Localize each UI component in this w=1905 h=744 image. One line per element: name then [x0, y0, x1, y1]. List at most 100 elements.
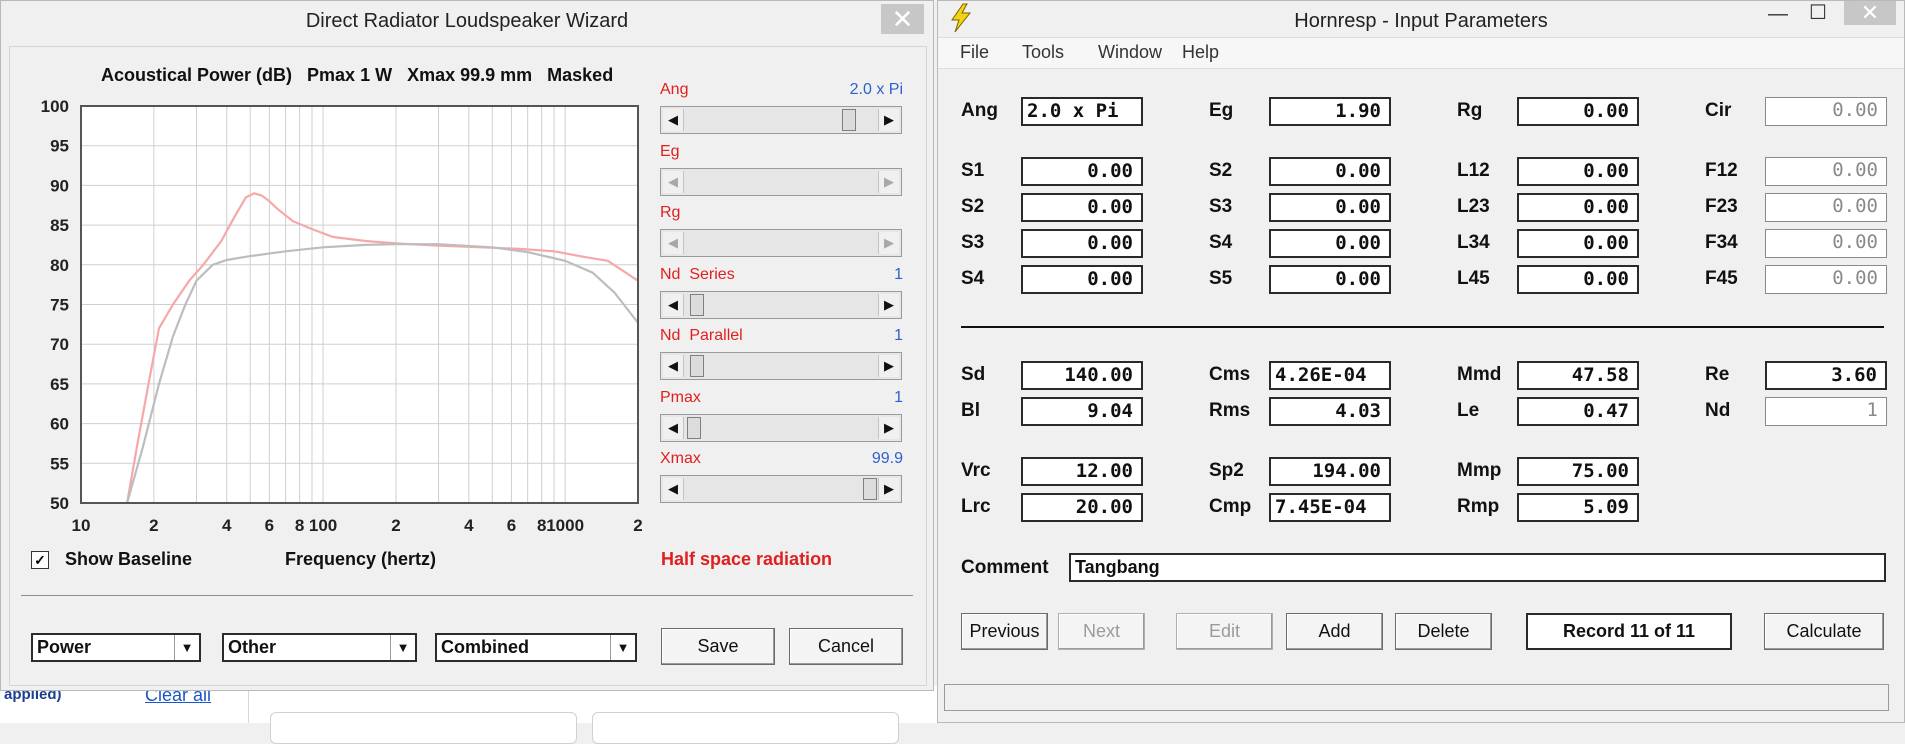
- calculate-button[interactable]: Calculate: [1764, 613, 1884, 650]
- field-cir[interactable]: 0.00: [1765, 97, 1887, 126]
- label-s2: S2: [1209, 160, 1233, 181]
- field-f45[interactable]: 0.00: [1765, 265, 1887, 294]
- slider-thumb[interactable]: [686, 416, 701, 439]
- field-l23[interactable]: 0.00: [1517, 193, 1639, 222]
- slider-thumb[interactable]: [863, 478, 877, 500]
- previous-label: Previous: [969, 621, 1040, 641]
- slider-rg[interactable]: ◀ ▶: [660, 229, 902, 257]
- arrow-left-icon[interactable]: ◀: [663, 355, 684, 377]
- previous-button[interactable]: Previous: [961, 613, 1048, 650]
- field-s4[interactable]: 0.00: [1269, 229, 1391, 258]
- label-l12: L12: [1457, 160, 1490, 181]
- slider-eg[interactable]: ◀ ▶: [660, 167, 902, 196]
- x-tick-label: 4: [464, 516, 474, 535]
- menu-file[interactable]: File: [960, 42, 989, 63]
- add-button[interactable]: Add: [1286, 613, 1383, 650]
- combination-select[interactable]: Combined ▼: [435, 633, 637, 662]
- field-l34[interactable]: 0.00: [1517, 229, 1639, 258]
- cancel-button[interactable]: Cancel: [789, 628, 903, 665]
- field-mmd[interactable]: 47.58: [1517, 361, 1639, 390]
- arrow-left-icon[interactable]: ◀: [663, 416, 684, 439]
- arrow-right-icon[interactable]: ▶: [878, 355, 899, 377]
- show-baseline-checkbox[interactable]: ✓: [31, 551, 49, 569]
- field-sd[interactable]: 140.00: [1021, 361, 1143, 390]
- minimize-icon: —: [1768, 3, 1788, 25]
- minimize-button[interactable]: —: [1760, 1, 1796, 31]
- menu-window[interactable]: Window: [1098, 42, 1162, 63]
- field-f34[interactable]: 0.00: [1765, 229, 1887, 258]
- field-nd[interactable]: 1: [1765, 397, 1887, 426]
- slider-thumb[interactable]: [690, 355, 705, 377]
- field-s3[interactable]: 0.00: [1021, 229, 1143, 258]
- field-vrc[interactable]: 12.00: [1021, 457, 1143, 486]
- output-select-value: Other: [228, 637, 277, 657]
- arrow-left-icon[interactable]: ◀: [663, 170, 684, 193]
- slider-nd-series[interactable]: ◀ ▶: [660, 290, 902, 319]
- slider-thumb[interactable]: [690, 293, 705, 316]
- delete-button[interactable]: Delete: [1395, 613, 1492, 650]
- comment-field[interactable]: Tangbang: [1069, 553, 1886, 582]
- field-l12[interactable]: 0.00: [1517, 157, 1639, 186]
- label-s3: S3: [1209, 196, 1233, 217]
- slider-value-ang: 2.0 x Pi: [849, 81, 903, 98]
- field-s1[interactable]: 0.00: [1021, 157, 1143, 186]
- field-cmp[interactable]: 7.45E-04: [1269, 493, 1391, 522]
- cancel-label: Cancel: [817, 636, 875, 656]
- field-f12[interactable]: 0.00: [1765, 157, 1887, 186]
- label-f34: F34: [1705, 232, 1738, 253]
- field-s5[interactable]: 0.00: [1269, 265, 1391, 294]
- mode-select[interactable]: Power ▼: [31, 633, 201, 662]
- field-rmp[interactable]: 5.09: [1517, 493, 1639, 522]
- arrow-left-icon[interactable]: ◀: [663, 478, 684, 500]
- field-s2[interactable]: 0.00: [1269, 157, 1391, 186]
- field-f23[interactable]: 0.00: [1765, 193, 1887, 222]
- edit-button[interactable]: Edit: [1176, 613, 1273, 650]
- output-select[interactable]: Other ▼: [222, 633, 417, 662]
- close-icon: ✕: [1860, 0, 1880, 25]
- field-ang[interactable]: 2.0 x Pi: [1021, 97, 1143, 126]
- arrow-right-icon[interactable]: ▶: [878, 170, 899, 193]
- wizard-close-button[interactable]: ✕: [881, 4, 924, 34]
- slider-label-ang: Ang: [660, 81, 689, 98]
- slider-xmax[interactable]: ◀ ▶: [660, 475, 902, 503]
- menu-help[interactable]: Help: [1182, 42, 1219, 63]
- field-l45[interactable]: 0.00: [1517, 265, 1639, 294]
- field-bl[interactable]: 9.04: [1021, 397, 1143, 426]
- arrow-right-icon[interactable]: ▶: [878, 293, 899, 316]
- field-mmp[interactable]: 75.00: [1517, 457, 1639, 486]
- arrow-left-icon[interactable]: ◀: [663, 293, 684, 316]
- field-re[interactable]: 3.60: [1765, 361, 1887, 390]
- arrow-left-icon[interactable]: ◀: [663, 109, 684, 131]
- label-s4: S4: [961, 268, 985, 289]
- field-cms[interactable]: 4.26E-04: [1269, 361, 1391, 390]
- arrow-left-icon[interactable]: ◀: [663, 232, 684, 254]
- field-s2[interactable]: 0.00: [1021, 193, 1143, 222]
- next-button[interactable]: Next: [1058, 613, 1145, 650]
- arrow-right-icon[interactable]: ▶: [878, 478, 899, 500]
- edit-label: Edit: [1208, 621, 1241, 641]
- maximize-button[interactable]: ☐: [1800, 1, 1836, 31]
- y-tick-label: 95: [50, 137, 69, 156]
- label-ang: Ang: [961, 100, 998, 121]
- slider-thumb[interactable]: [841, 109, 856, 131]
- show-baseline-label[interactable]: Show Baseline: [65, 549, 192, 570]
- hornresp-close-button[interactable]: ✕: [1844, 1, 1896, 25]
- save-button[interactable]: Save: [661, 628, 775, 665]
- field-eg[interactable]: 1.90: [1269, 97, 1391, 126]
- slider-pmax[interactable]: ◀ ▶: [660, 413, 902, 442]
- field-le[interactable]: 0.47: [1517, 397, 1639, 426]
- slider-ang[interactable]: ◀ ▶: [660, 106, 902, 134]
- field-rg[interactable]: 0.00: [1517, 97, 1639, 126]
- field-rms[interactable]: 4.03: [1269, 397, 1391, 426]
- arrow-right-icon[interactable]: ▶: [878, 416, 899, 439]
- arrow-right-icon[interactable]: ▶: [878, 232, 899, 254]
- label-f23: F23: [1705, 196, 1738, 217]
- slider-value-nd-series: 1: [894, 265, 903, 283]
- slider-nd-parallel[interactable]: ◀ ▶: [660, 352, 902, 380]
- field-sp2[interactable]: 194.00: [1269, 457, 1391, 486]
- field-s4[interactable]: 0.00: [1021, 265, 1143, 294]
- field-lrc[interactable]: 20.00: [1021, 493, 1143, 522]
- arrow-right-icon[interactable]: ▶: [878, 109, 899, 131]
- field-s3[interactable]: 0.00: [1269, 193, 1391, 222]
- menu-tools[interactable]: Tools: [1022, 42, 1064, 63]
